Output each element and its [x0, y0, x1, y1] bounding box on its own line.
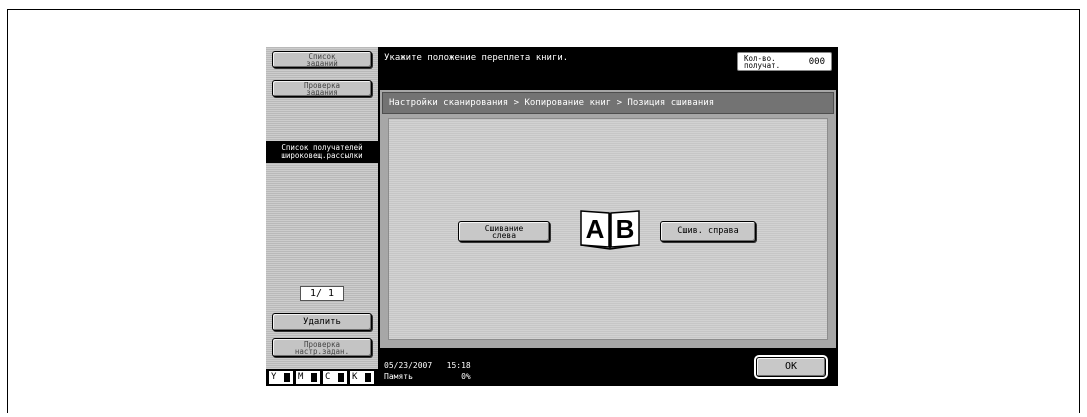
toner-indicator: Y M C K [266, 369, 378, 386]
counter-value: 000 [808, 57, 825, 67]
status-time: 15:18 [446, 361, 471, 370]
toner-m: M [296, 371, 320, 384]
delete-button[interactable]: Удалить [272, 313, 372, 331]
check-settings-button[interactable]: Проверка настр.задан. [272, 338, 372, 357]
job-list-button[interactable]: Список заданий [272, 51, 372, 68]
date-time: 05/23/2007 15:18 [384, 361, 471, 370]
toner-y: Y [269, 371, 293, 384]
toner-m-label: M [298, 372, 304, 382]
toner-bar-icon [284, 373, 290, 382]
ok-button[interactable]: OK [756, 357, 826, 377]
options-area: Сшивание слева A B Сшив. справа [388, 118, 828, 340]
memory-status: Память 0% [384, 372, 471, 381]
left-binding-button[interactable]: Сшивание слева [458, 221, 550, 242]
instruction-message: Укажите положение переплета книги. [384, 53, 569, 63]
recipient-list-label: Список получателей широковещ.рассылки [266, 141, 378, 163]
left-sidebar: Список заданий Проверка задания Список п… [266, 47, 378, 386]
toner-bar-icon [311, 373, 317, 382]
toner-c: C [323, 371, 347, 384]
page-indicator: 1/ 1 [300, 286, 344, 301]
toner-bar-icon [365, 373, 371, 382]
book-letter-a: A [586, 214, 605, 244]
open-book-ab-icon: A B [579, 205, 641, 257]
status-date: 05/23/2007 [384, 361, 433, 370]
toner-y-label: Y [271, 372, 277, 382]
right-binding-button[interactable]: Сшив. справа [660, 221, 756, 242]
toner-bar-icon [338, 373, 344, 382]
counter-label: Кол-во. получат. [744, 54, 781, 70]
main-panel: Настройки сканирования > Копирование кни… [380, 90, 836, 348]
status-bar: 05/23/2007 15:18 Память 0% OK [380, 349, 838, 386]
control-panel-screen: Список заданий Проверка задания Список п… [266, 47, 838, 386]
job-check-button[interactable]: Проверка задания [272, 80, 372, 97]
memory-value: 0% [461, 372, 471, 381]
memory-label: Память [384, 372, 413, 381]
recipient-counter: Кол-во. получат. 000 [737, 52, 832, 71]
breadcrumb: Настройки сканирования > Копирование кни… [382, 92, 834, 114]
toner-k-label: K [352, 372, 358, 382]
toner-c-label: C [325, 372, 331, 382]
book-letter-b: B [616, 214, 635, 244]
toner-k: K [350, 371, 374, 384]
